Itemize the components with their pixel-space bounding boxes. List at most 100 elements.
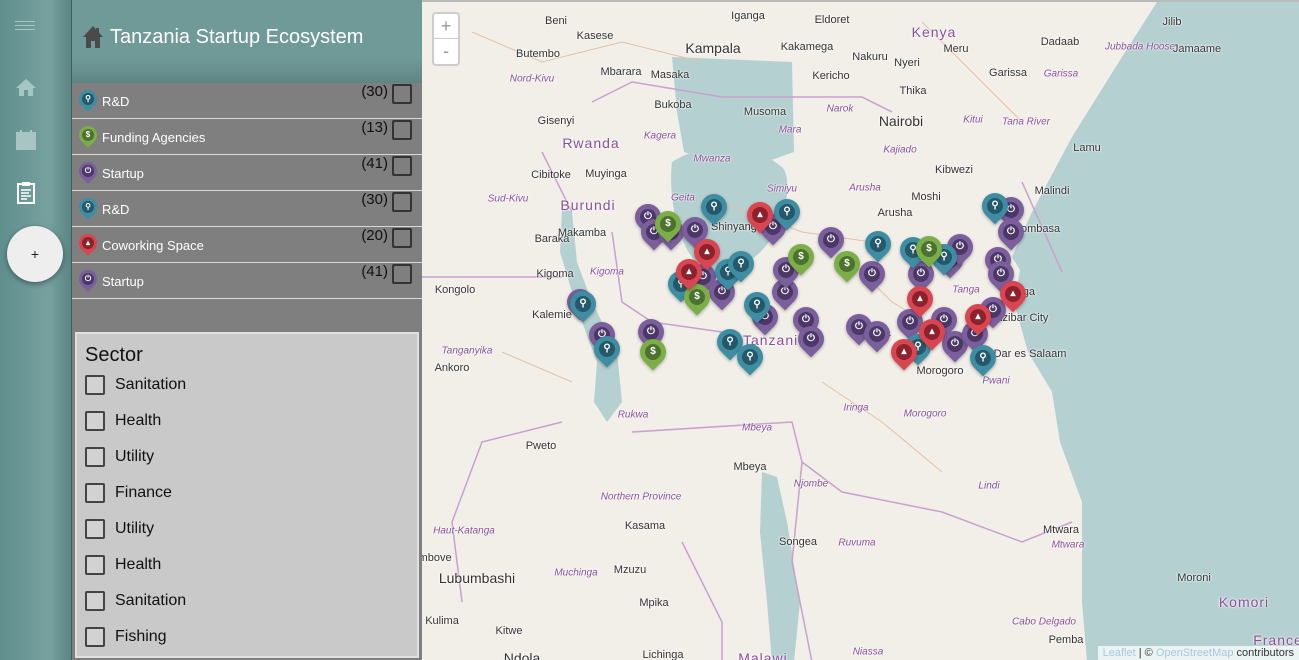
map-place-label: Arusha bbox=[877, 207, 913, 219]
map-place-label: Garissa bbox=[989, 67, 1027, 79]
sector-checkbox[interactable] bbox=[85, 447, 105, 467]
category-checkbox[interactable] bbox=[392, 120, 412, 140]
map-place-label: Dadaab bbox=[1040, 36, 1080, 48]
map-place-label: Jamaame bbox=[1172, 43, 1222, 55]
category-label: Startup bbox=[102, 274, 144, 289]
category-row[interactable]: ⚲ R&D (30) bbox=[72, 83, 422, 119]
map-place-label: Muchinga bbox=[554, 567, 598, 579]
sector-checkbox[interactable] bbox=[85, 411, 105, 431]
category-row[interactable]: $ Funding Agencies (13) bbox=[72, 119, 422, 155]
layer-panel: Tanzania Startup Ecosystem ⚲ R&D (30) $ … bbox=[72, 0, 422, 660]
map-place-label: Muyinga bbox=[585, 168, 627, 180]
map-place-label: Burundi bbox=[560, 197, 616, 213]
category-checkbox[interactable] bbox=[392, 264, 412, 284]
category-label: Funding Agencies bbox=[102, 130, 206, 145]
map-place-label: Rukwa bbox=[617, 409, 649, 421]
category-row[interactable]: ⏻ Startup (41) bbox=[72, 263, 422, 299]
leaflet-link[interactable]: Leaflet bbox=[1103, 647, 1136, 659]
sector-option[interactable]: Sanitation bbox=[85, 583, 417, 619]
map[interactable]: Beni Kasese Butembo Kampala Mbarara Masaka Iga… bbox=[422, 0, 1299, 660]
category-row[interactable]: ⚲ R&D (30) bbox=[72, 191, 422, 227]
map-place-label: Kagera bbox=[643, 130, 677, 142]
home-icon[interactable] bbox=[82, 25, 104, 49]
map-place-label: Pweto bbox=[525, 440, 557, 452]
menu-icon[interactable] bbox=[15, 18, 35, 42]
map-place-label: Arusha bbox=[849, 182, 881, 194]
map-place-label: Kitui bbox=[963, 114, 983, 126]
rd-marker-icon: ⚲ bbox=[75, 86, 101, 112]
sector-checkbox[interactable] bbox=[85, 483, 105, 503]
map-place-label: Rwanda bbox=[562, 135, 620, 151]
add-button[interactable]: + bbox=[7, 226, 63, 282]
startup-marker-icon: ⏻ bbox=[75, 266, 101, 292]
map-place-label: Kongolo bbox=[434, 284, 476, 296]
category-checkbox[interactable] bbox=[392, 192, 412, 212]
clipboard-icon[interactable] bbox=[14, 180, 38, 204]
map-place-label: Gisenyi bbox=[537, 115, 575, 127]
category-count: (41) bbox=[361, 155, 388, 172]
sector-label: Utility bbox=[115, 520, 155, 537]
side-rail: + bbox=[0, 0, 72, 660]
map-place-label: Nyeri bbox=[894, 57, 920, 69]
map-place-label: Mbeya bbox=[733, 461, 767, 473]
category-checkbox[interactable] bbox=[392, 156, 412, 176]
rd-marker-icon: ⚲ bbox=[75, 194, 101, 220]
map-place-label: Garissa bbox=[1043, 68, 1079, 80]
zoom-in-button[interactable]: + bbox=[434, 14, 458, 39]
map-place-label: Northern Province bbox=[600, 491, 682, 503]
map-place-label: Tanga bbox=[952, 284, 980, 296]
map-place-label: Musoma bbox=[743, 106, 787, 118]
category-checkbox[interactable] bbox=[392, 84, 412, 104]
map-place-label: Morogoro bbox=[903, 408, 947, 420]
osm-link[interactable]: OpenStreetMap bbox=[1156, 647, 1234, 659]
category-checkbox[interactable] bbox=[392, 228, 412, 248]
funding-marker-icon: $ bbox=[75, 122, 101, 148]
map-place-label: Morogoro bbox=[916, 365, 964, 377]
sector-option[interactable]: Utility bbox=[85, 511, 417, 547]
sector-label: Sanitation bbox=[115, 376, 187, 393]
map-place-label: Komori bbox=[1218, 594, 1270, 610]
map-place-label: Kasama bbox=[624, 520, 666, 532]
page-title: Tanzania Startup Ecosystem bbox=[110, 26, 364, 48]
zoom-out-button[interactable]: - bbox=[434, 39, 458, 64]
map-place-label: Njombe bbox=[793, 478, 829, 490]
map-place-label: Kajiado bbox=[883, 144, 917, 156]
map-place-label: Pemba bbox=[1048, 634, 1084, 646]
map-place-label: Kakamega bbox=[780, 41, 834, 53]
sector-option[interactable]: Sanitation bbox=[85, 367, 417, 403]
map-place-label: Nairobi bbox=[878, 113, 924, 129]
category-row[interactable]: ▴ Coworking Space (20) bbox=[72, 227, 422, 263]
sector-checkbox[interactable] bbox=[85, 519, 105, 539]
map-place-label: Meru bbox=[943, 43, 969, 55]
map-place-label: Masaka bbox=[650, 69, 690, 81]
sector-checkbox[interactable] bbox=[85, 375, 105, 395]
map-place-label: Cibitoke bbox=[531, 169, 571, 181]
map-place-label: Mtwara bbox=[1051, 539, 1085, 551]
panel-header: Tanzania Startup Ecosystem bbox=[72, 0, 422, 83]
sector-checkbox[interactable] bbox=[85, 627, 105, 647]
map-place-label: Kenya bbox=[911, 24, 957, 40]
category-row[interactable]: ⏻ Startup (41) bbox=[72, 155, 422, 191]
sector-option[interactable]: Fishing bbox=[85, 619, 417, 655]
sector-checkbox[interactable] bbox=[85, 555, 105, 575]
sector-checkbox[interactable] bbox=[85, 591, 105, 611]
zoom-control: + - bbox=[432, 12, 460, 66]
sector-option[interactable]: Health bbox=[85, 403, 417, 439]
category-count: (41) bbox=[361, 263, 388, 280]
map-place-label: Dar es Salaam bbox=[993, 348, 1067, 360]
sector-option[interactable]: Health bbox=[85, 547, 417, 583]
sector-title: Sector bbox=[85, 344, 143, 366]
map-place-label: Mwanza bbox=[693, 153, 731, 165]
sector-option[interactable]: Utility bbox=[85, 439, 417, 475]
map-place-label: Ankoro bbox=[434, 362, 470, 374]
sector-label: Finance bbox=[115, 484, 172, 501]
map-place-label: Haut-Katanga bbox=[433, 525, 495, 537]
map-place-label: Kigoma bbox=[590, 266, 624, 278]
category-label: R&D bbox=[102, 202, 130, 217]
calendar-icon[interactable] bbox=[14, 128, 38, 152]
sector-label: Health bbox=[115, 412, 162, 429]
map-place-label: Kasese bbox=[576, 30, 614, 42]
sector-option[interactable]: Finance bbox=[85, 475, 417, 511]
home-icon[interactable] bbox=[14, 76, 38, 100]
map-place-label: Mzuzu bbox=[613, 564, 647, 576]
